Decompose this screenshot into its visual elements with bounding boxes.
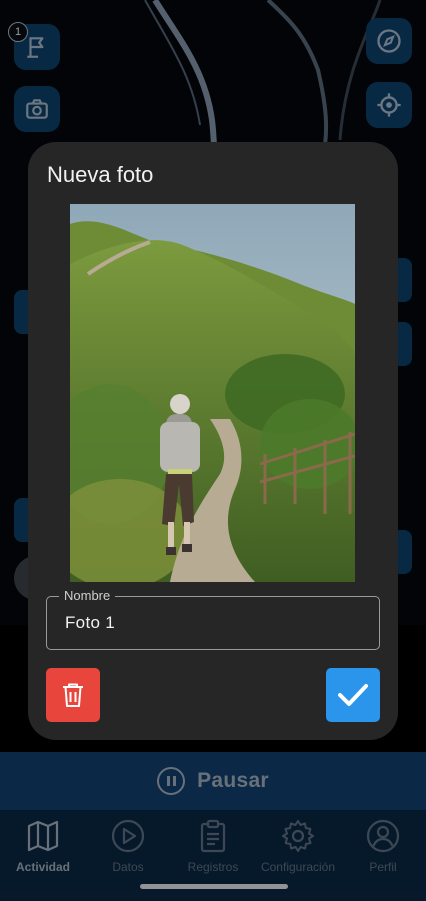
photo-of-hiker-on-path	[70, 204, 355, 582]
confirm-button[interactable]	[326, 668, 380, 722]
check-icon	[338, 684, 368, 706]
delete-button[interactable]	[46, 668, 100, 722]
name-input[interactable]	[65, 613, 365, 633]
name-field-label: Nombre	[59, 588, 116, 603]
name-field[interactable]: Nombre	[46, 588, 380, 650]
dialog-title: Nueva foto	[47, 162, 154, 187]
photo-preview	[70, 204, 355, 582]
trash-icon	[63, 683, 83, 707]
new-photo-dialog: Nueva foto Nombre Foto 1	[28, 142, 398, 740]
